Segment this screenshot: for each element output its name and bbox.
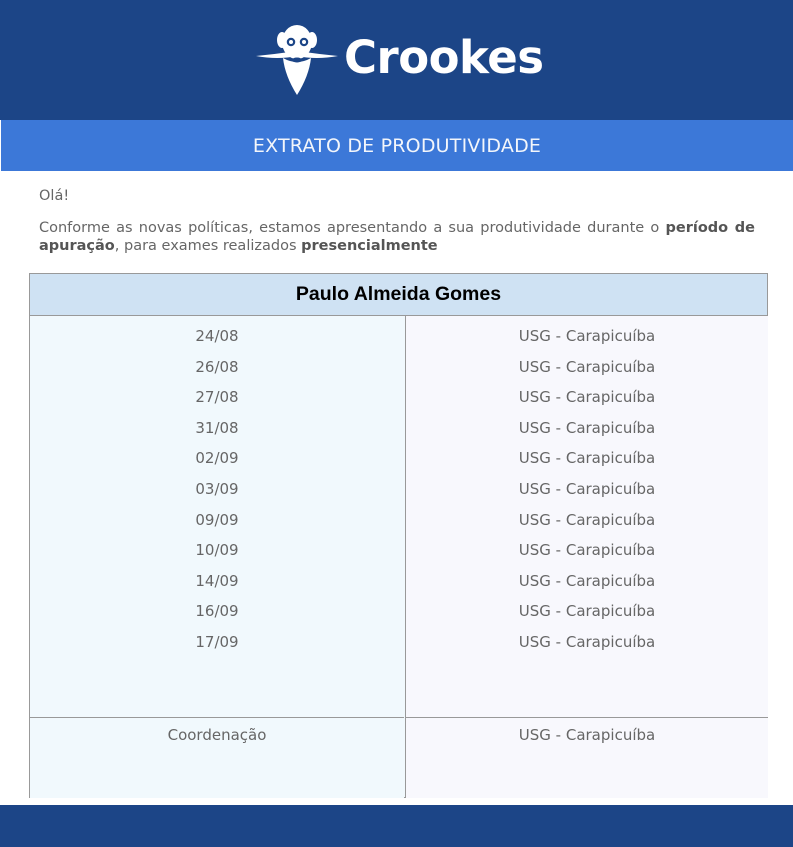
date-cell: 27/08 [195,388,239,407]
professional-name: Paulo Almeida Gomes [30,274,767,316]
brand-logo: Crookes [254,20,544,98]
bearded-scientist-icon [256,25,338,95]
unit-cell: USG - Carapicuíba [518,479,656,498]
email-footer [0,805,793,847]
unit-cell: USG - Carapicuíba [518,418,656,437]
units-column: USG - Carapicuíba USG - Carapicuíba USG … [405,316,768,717]
date-cell: 09/09 [195,510,239,529]
unit-cell: USG - Carapicuíba [518,510,656,529]
greeting-text: Olá! [39,188,70,204]
unit-cell: USG - Carapicuíba [518,449,656,468]
coordination-label: Coordenação [167,726,267,744]
date-cell: 24/08 [195,327,239,345]
date-cell: 03/09 [195,479,239,498]
dates-column: 24/08 26/08 27/08 31/08 02/09 03/09 09/0… [30,316,404,717]
page-title: EXTRATO DE PRODUTIVIDADE [1,120,793,171]
unit-cell: USG - Carapicuíba [518,388,656,407]
date-cell: 26/08 [195,357,239,376]
intro-bold-presential: presencialmente [301,238,438,254]
date-cell: 16/09 [195,602,239,621]
date-cell: 02/09 [195,449,239,468]
unit-cell: USG - Carapicuíba [518,357,656,376]
productivity-table: Paulo Almeida Gomes 24/08 26/08 27/08 31… [29,273,768,798]
intro-start: Conforme as novas políticas, estamos apr… [39,220,666,236]
unit-cell: USG - Carapicuíba [518,541,656,560]
unit-cell: USG - Carapicuíba [518,632,656,651]
date-cell: 14/09 [195,571,239,590]
coordination-unit-cell: USG - Carapicuíba [405,717,768,798]
intro-paragraph: Conforme as novas políticas, estamos apr… [39,219,755,255]
date-cell: 31/08 [195,418,239,437]
coordination-cell: Coordenação [30,717,404,798]
unit-cell: USG - Carapicuíba [518,327,656,345]
brand-name: Crookes [344,30,544,84]
unit-cell: USG - Carapicuíba [518,571,656,590]
coordination-unit: USG - Carapicuíba [518,726,656,744]
intro-middle: , para exames realizados [114,238,302,254]
date-cell: 17/09 [195,632,239,651]
unit-cell: USG - Carapicuíba [518,602,656,621]
email-header: Crookes [0,0,793,120]
date-cell: 10/09 [195,541,239,560]
